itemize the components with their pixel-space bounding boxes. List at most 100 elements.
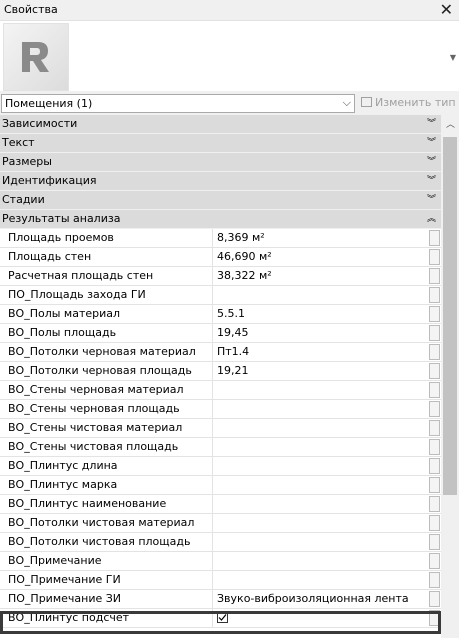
- associate-parameter-button[interactable]: [429, 363, 440, 379]
- associate-parameter-button[interactable]: [429, 249, 440, 265]
- associate-parameter-button[interactable]: [429, 439, 440, 455]
- category-label: Текст: [2, 136, 35, 149]
- category-dimensions[interactable]: Размеры ︾: [0, 153, 441, 172]
- property-value: [214, 609, 428, 627]
- property-row[interactable]: ВО_Потолки черновая площадь 19,21: [0, 362, 441, 381]
- property-value[interactable]: 46,690 м²: [214, 248, 428, 266]
- property-row[interactable]: ВО_Полы материал 5.5.1: [0, 305, 441, 324]
- property-value[interactable]: Звуко-виброизоляционная лента: [214, 590, 428, 608]
- associate-parameter-button[interactable]: [429, 420, 440, 436]
- scrollbar-thumb[interactable]: [443, 137, 457, 495]
- property-name: Площадь стен: [0, 248, 213, 266]
- property-value[interactable]: [214, 400, 428, 418]
- associate-parameter-button[interactable]: [429, 534, 440, 550]
- expand-chevron-icon[interactable]: ︾: [427, 116, 436, 129]
- property-name: ВО_Стены чистовая материал: [0, 419, 213, 437]
- property-row[interactable]: ВО_Стены черновая материал: [0, 381, 441, 400]
- property-row[interactable]: Расчетная площадь стен 38,322 м²: [0, 267, 441, 286]
- category-constraints[interactable]: Зависимости ︾: [0, 115, 441, 134]
- property-name: ВО_Плинтус длина: [0, 457, 213, 475]
- property-value[interactable]: 19,45: [214, 324, 428, 342]
- expand-chevron-icon[interactable]: ︾: [427, 173, 436, 186]
- chevron-down-icon[interactable]: ⌵: [343, 96, 351, 110]
- property-value[interactable]: [214, 552, 428, 570]
- property-value[interactable]: [214, 286, 428, 304]
- collapse-chevron-icon[interactable]: ︽: [427, 211, 436, 224]
- property-value[interactable]: 19,21: [214, 362, 428, 380]
- scroll-up-arrow-icon[interactable]: ︿: [446, 117, 455, 130]
- type-dropdown-arrow-icon[interactable]: ▼: [450, 53, 456, 62]
- associate-parameter-button[interactable]: [429, 344, 440, 360]
- property-row[interactable]: ВО_Стены чистовая материал: [0, 419, 441, 438]
- property-row[interactable]: ВО_Примечание: [0, 552, 441, 571]
- property-value[interactable]: [214, 419, 428, 437]
- associate-parameter-button[interactable]: [429, 287, 440, 303]
- property-row[interactable]: ВО_Потолки черновая материал Пт1.4: [0, 343, 441, 362]
- associate-parameter-button[interactable]: [429, 591, 440, 607]
- property-row[interactable]: ВО_Стены черновая площадь: [0, 400, 441, 419]
- property-row[interactable]: ПО_Примечание ЗИ Звуко-виброизоляционная …: [0, 590, 441, 609]
- property-row[interactable]: ВО_Плинтус марка: [0, 476, 441, 495]
- property-value[interactable]: 38,322 м²: [214, 267, 428, 285]
- close-icon[interactable]: ✕: [440, 0, 453, 20]
- associate-parameter-button[interactable]: [429, 230, 440, 246]
- expand-chevron-icon[interactable]: ︾: [427, 154, 436, 167]
- associate-parameter-button[interactable]: [429, 572, 440, 588]
- property-name: ВО_Стены черновая площадь: [0, 400, 213, 418]
- property-value[interactable]: [214, 533, 428, 551]
- vertical-scrollbar[interactable]: ︿: [441, 115, 459, 638]
- property-value[interactable]: 8,369 м²: [214, 229, 428, 247]
- associate-parameter-button[interactable]: [429, 268, 440, 284]
- associate-parameter-button[interactable]: [429, 610, 440, 626]
- property-value[interactable]: 5.5.1: [214, 305, 428, 323]
- property-value[interactable]: Пт1.4: [214, 343, 428, 361]
- property-row[interactable]: ВО_Полы площадь 19,45: [0, 324, 441, 343]
- category-identity-data[interactable]: Идентификация ︾: [0, 172, 441, 191]
- checkbox[interactable]: [217, 612, 228, 623]
- edit-type-icon: [361, 97, 372, 107]
- property-name: ПО_Площадь захода ГИ: [0, 286, 213, 304]
- associate-parameter-button[interactable]: [429, 496, 440, 512]
- edit-type-button[interactable]: Изменить тип: [361, 96, 456, 109]
- property-row-highlighted[interactable]: ВО_Плинтус подсчет: [0, 609, 441, 628]
- property-row[interactable]: Площадь проемов 8,369 м²: [0, 229, 441, 248]
- associate-parameter-button[interactable]: [429, 382, 440, 398]
- property-name: ВО_Потолки чистовая площадь: [0, 533, 213, 551]
- property-value[interactable]: [214, 514, 428, 532]
- instance-filter-value: Помещения (1): [5, 97, 93, 110]
- property-name: ВО_Потолки черновая материал: [0, 343, 213, 361]
- category-label: Размеры: [2, 155, 52, 168]
- instance-filter-dropdown[interactable]: Помещения (1) ⌵: [1, 94, 355, 113]
- associate-parameter-button[interactable]: [429, 401, 440, 417]
- property-value[interactable]: [214, 495, 428, 513]
- property-row[interactable]: ВО_Стены чистовая площадь: [0, 438, 441, 457]
- property-value[interactable]: [214, 457, 428, 475]
- category-label: Зависимости: [2, 117, 78, 130]
- associate-parameter-button[interactable]: [429, 325, 440, 341]
- category-phasing[interactable]: Стадии ︾: [0, 191, 441, 210]
- property-row[interactable]: ВО_Плинтус длина: [0, 457, 441, 476]
- property-row[interactable]: Площадь стен 46,690 м²: [0, 248, 441, 267]
- property-value[interactable]: [214, 571, 428, 589]
- property-row[interactable]: ВО_Потолки чистовая площадь: [0, 533, 441, 552]
- associate-parameter-button[interactable]: [429, 515, 440, 531]
- expand-chevron-icon[interactable]: ︾: [427, 135, 436, 148]
- property-name: ВО_Плинтус подсчет: [0, 609, 213, 627]
- associate-parameter-button[interactable]: [429, 458, 440, 474]
- category-text[interactable]: Текст ︾: [0, 134, 441, 153]
- property-value[interactable]: [214, 476, 428, 494]
- property-name: ПО_Примечание ЗИ: [0, 590, 213, 608]
- panel-title: Свойства: [4, 3, 58, 16]
- property-name: Расчетная площадь стен: [0, 267, 213, 285]
- expand-chevron-icon[interactable]: ︾: [427, 192, 436, 205]
- property-row[interactable]: ПО_Площадь захода ГИ: [0, 286, 441, 305]
- property-row[interactable]: ПО_Примечание ГИ: [0, 571, 441, 590]
- category-analysis-results[interactable]: Результаты анализа ︽: [0, 210, 441, 229]
- associate-parameter-button[interactable]: [429, 306, 440, 322]
- property-row[interactable]: ВО_Плинтус наименование: [0, 495, 441, 514]
- associate-parameter-button[interactable]: [429, 477, 440, 493]
- property-value[interactable]: [214, 438, 428, 456]
- property-row[interactable]: ВО_Потолки чистовая материал: [0, 514, 441, 533]
- associate-parameter-button[interactable]: [429, 553, 440, 569]
- property-value[interactable]: [214, 381, 428, 399]
